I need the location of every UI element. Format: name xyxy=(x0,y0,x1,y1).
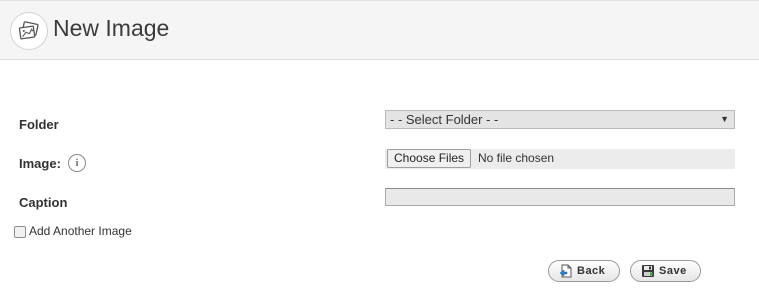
page-title: New Image xyxy=(53,15,170,41)
file-status-text: No file chosen xyxy=(478,151,555,165)
info-icon[interactable]: i xyxy=(68,154,86,172)
image-label: Image: xyxy=(19,156,61,171)
choose-files-button[interactable]: Choose Files xyxy=(387,149,472,168)
info-icon-glyph: i xyxy=(75,157,79,169)
save-button-label: Save xyxy=(659,265,687,277)
back-button-label: Back xyxy=(577,265,606,277)
add-another-checkbox[interactable] xyxy=(14,226,26,238)
image-icon xyxy=(10,12,48,50)
folder-select[interactable]: - - Select Folder - - ▼ xyxy=(385,110,735,129)
caption-label: Caption xyxy=(19,195,68,210)
back-document-icon xyxy=(559,264,573,278)
add-another-label[interactable]: Add Another Image xyxy=(29,224,132,238)
page-header: New Image xyxy=(0,0,759,60)
caption-input[interactable] xyxy=(385,188,735,206)
folder-label: Folder xyxy=(19,117,59,132)
folder-select-value: - - Select Folder - - xyxy=(390,112,499,127)
image-file-input[interactable]: Choose Files No file chosen xyxy=(385,149,735,169)
chevron-down-icon: ▼ xyxy=(720,114,729,124)
save-button[interactable]: Save xyxy=(630,260,701,282)
save-disk-icon xyxy=(641,264,655,278)
back-button[interactable]: Back xyxy=(548,260,620,282)
